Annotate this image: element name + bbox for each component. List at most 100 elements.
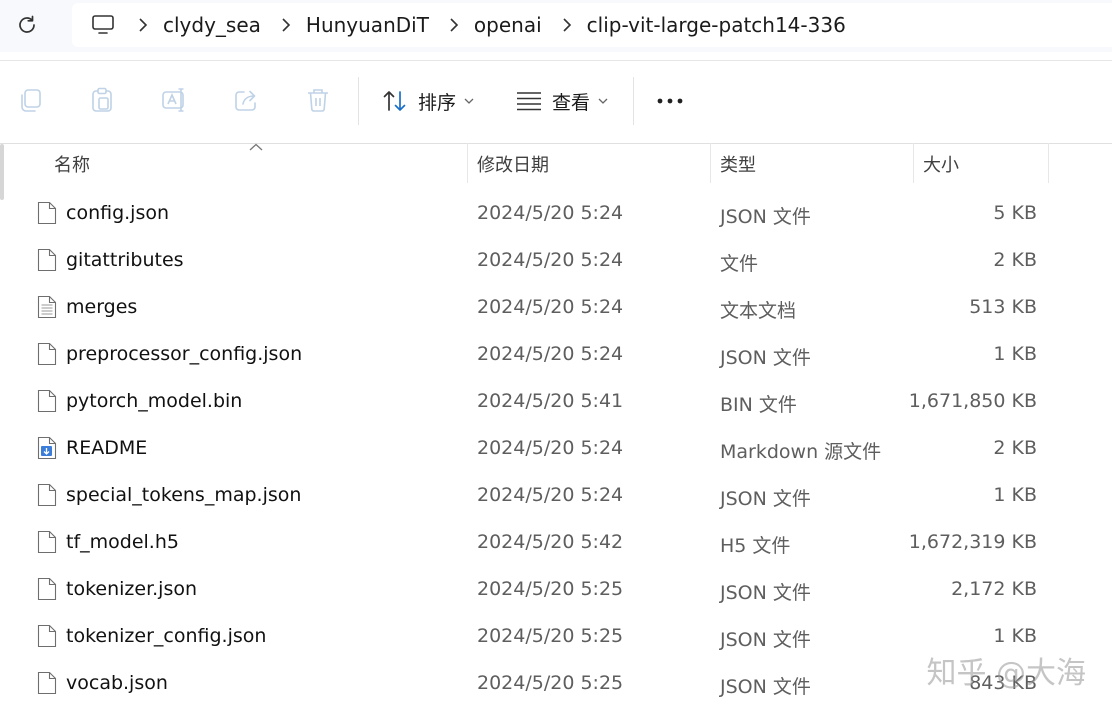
file-size: 1 KB [993, 484, 1037, 506]
chevron-right-icon[interactable] [279, 17, 293, 33]
toolbar-divider [633, 77, 634, 125]
markdown-file-icon [37, 436, 57, 460]
file-icon [37, 577, 57, 601]
file-icon [37, 483, 57, 507]
file-size: 2,172 KB [951, 578, 1037, 600]
view-button[interactable]: 查看 [516, 85, 608, 117]
file-name: tf_model.h5 [66, 531, 179, 553]
file-row[interactable]: README 2024/5/20 5:24 Markdown 源文件 2 KB [0, 425, 1112, 472]
file-size: 2 KB [993, 437, 1037, 459]
address-bar: clydy_sea HunyuanDiT openai clip-vit-lar… [0, 0, 1112, 52]
more-options-button[interactable] [656, 85, 684, 117]
chevron-right-icon[interactable] [560, 17, 574, 33]
file-modified-date: 2024/5/20 5:25 [477, 625, 624, 647]
file-row[interactable]: pytorch_model.bin 2024/5/20 5:41 BIN 文件 1,6… [0, 378, 1112, 425]
file-type: JSON 文件 [720, 488, 811, 510]
file-row[interactable]: tokenizer.json 2024/5/20 5:25 JSON 文件 2,172… [0, 566, 1112, 613]
file-modified-date: 2024/5/20 5:41 [477, 390, 624, 412]
file-modified-date: 2024/5/20 5:24 [477, 296, 624, 318]
this-pc-button[interactable] [88, 10, 118, 40]
file-row[interactable]: special_tokens_map.json 2024/5/20 5:24 JSO… [0, 472, 1112, 519]
text-file-icon [37, 295, 57, 319]
file-modified-date: 2024/5/20 5:24 [477, 202, 624, 224]
breadcrumb-item[interactable]: HunyuanDiT [306, 13, 429, 37]
rename-icon[interactable] [160, 86, 188, 114]
file-modified-date: 2024/5/20 5:25 [477, 672, 624, 694]
chevron-down-icon [464, 98, 474, 104]
file-size: 1 KB [993, 343, 1037, 365]
file-list: config.json 2024/5/20 5:24 JSON 文件 5 KB gita… [0, 190, 1112, 707]
breadcrumb-item[interactable]: clip-vit-large-patch14-336 [587, 13, 846, 37]
refresh-icon [19, 15, 35, 33]
view-label: 查看 [552, 91, 591, 114]
file-type: JSON 文件 [720, 629, 811, 651]
file-modified-date: 2024/5/20 5:42 [477, 531, 624, 553]
file-type: Markdown 源文件 [720, 441, 882, 463]
file-size: 5 KB [993, 202, 1037, 224]
share-icon[interactable] [232, 86, 260, 114]
file-icon [37, 671, 57, 695]
file-name: vocab.json [66, 672, 168, 694]
command-bar: 排序 查看 [0, 60, 1112, 144]
file-icon [37, 201, 57, 225]
file-name: pytorch_model.bin [66, 390, 243, 412]
column-header-row: 名称 修改日期 类型 大小 [0, 143, 1112, 185]
column-header-type[interactable]: 类型 [720, 151, 756, 177]
file-size: 1,671,850 KB [908, 390, 1037, 412]
file-size: 2 KB [993, 249, 1037, 271]
breadcrumb-item[interactable]: openai [474, 13, 542, 37]
chevron-right-icon[interactable] [136, 17, 150, 33]
refresh-button[interactable] [12, 10, 42, 40]
column-header-size[interactable]: 大小 [923, 151, 959, 177]
sort-icon [383, 91, 406, 111]
file-name: tokenizer.json [66, 578, 198, 600]
file-icon [37, 389, 57, 413]
file-name: merges [66, 296, 138, 318]
file-type: H5 文件 [720, 535, 791, 557]
paste-icon[interactable] [88, 86, 116, 114]
file-type: JSON 文件 [720, 676, 811, 698]
file-type: BIN 文件 [720, 394, 797, 416]
file-type: JSON 文件 [720, 347, 811, 369]
column-separator[interactable] [467, 143, 468, 183]
column-header-name[interactable]: 名称 [54, 151, 90, 177]
file-modified-date: 2024/5/20 5:24 [477, 249, 624, 271]
file-name: README [66, 437, 148, 459]
delete-icon[interactable] [304, 86, 332, 114]
file-row[interactable]: preprocessor_config.json 2024/5/20 5:24 JS… [0, 331, 1112, 378]
file-row[interactable]: gitattributes 2024/5/20 5:24 文件 2 KB [0, 237, 1112, 284]
computer-icon [92, 15, 114, 34]
file-name: tokenizer_config.json [66, 625, 267, 647]
more-icon [657, 98, 683, 104]
file-modified-date: 2024/5/20 5:24 [477, 437, 624, 459]
file-modified-date: 2024/5/20 5:24 [477, 484, 624, 506]
copy-icon[interactable] [17, 86, 45, 114]
file-icon [37, 248, 57, 272]
chevron-right-icon[interactable] [447, 17, 461, 33]
file-size: 1,672,319 KB [908, 531, 1037, 553]
file-name: gitattributes [66, 249, 184, 271]
file-icon [37, 342, 57, 366]
watermark: 知乎 @大海 [926, 656, 1086, 691]
file-icon [37, 530, 57, 554]
column-separator[interactable] [1048, 143, 1049, 183]
chevron-down-icon [598, 98, 608, 104]
file-type: JSON 文件 [720, 206, 811, 228]
column-header-date[interactable]: 修改日期 [477, 151, 549, 177]
sort-button[interactable]: 排序 [382, 85, 474, 117]
file-type: 文件 [720, 253, 759, 275]
file-row[interactable]: merges 2024/5/20 5:24 文本文档 513 KB [0, 284, 1112, 331]
file-name: special_tokens_map.json [66, 484, 302, 506]
file-row[interactable]: config.json 2024/5/20 5:24 JSON 文件 5 KB [0, 190, 1112, 237]
breadcrumb-item[interactable]: clydy_sea [163, 13, 261, 37]
file-row[interactable]: tf_model.h5 2024/5/20 5:42 H5 文件 1,672,319 … [0, 519, 1112, 566]
column-separator[interactable] [710, 143, 711, 183]
view-list-icon [517, 92, 541, 111]
file-type: 文本文档 [720, 300, 797, 322]
file-icon [37, 624, 57, 648]
file-name: config.json [66, 202, 170, 224]
file-size: 513 KB [969, 296, 1037, 318]
breadcrumb: clydy_sea HunyuanDiT openai clip-vit-lar… [72, 3, 1112, 47]
column-separator[interactable] [913, 143, 914, 183]
sort-label: 排序 [418, 91, 457, 114]
